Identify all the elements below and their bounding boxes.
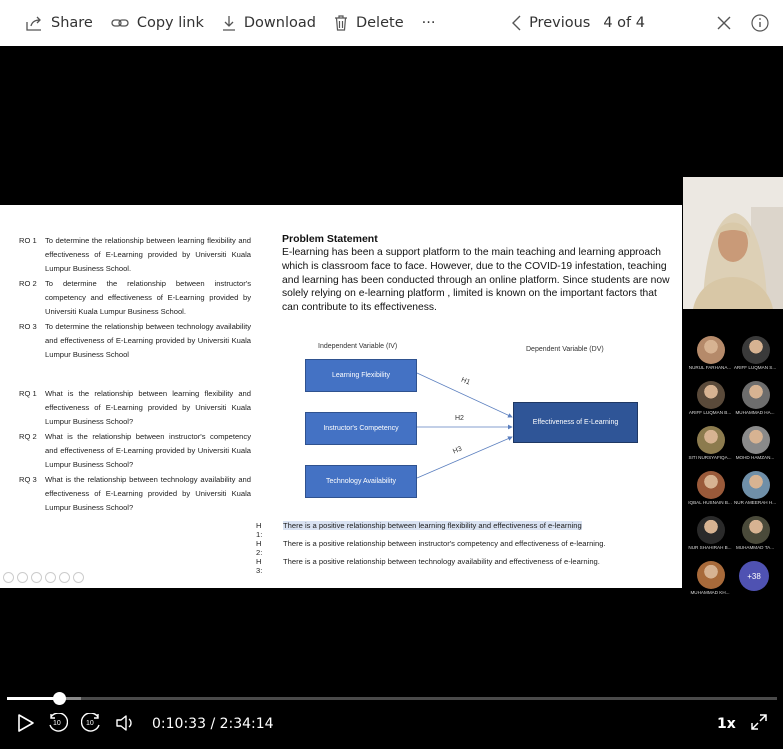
- skip-back-label: 10: [53, 720, 61, 727]
- chevron-left-icon: [512, 15, 521, 31]
- fullscreen-icon: [751, 714, 767, 730]
- h2-label: H2: [455, 415, 464, 422]
- participant-tile[interactable]: IQBAL HUSNAIN B...: [686, 471, 734, 519]
- presenter-figure: [683, 177, 783, 309]
- participant-tile[interactable]: NUR AMEERAH H...: [731, 471, 779, 519]
- play-icon: [18, 714, 34, 732]
- presenter-video: [683, 177, 783, 309]
- close-button[interactable]: [705, 0, 743, 46]
- trash-icon: [334, 15, 347, 31]
- slide-more-icon[interactable]: [73, 572, 84, 583]
- playback-speed-button[interactable]: 1x: [717, 716, 736, 732]
- avatar: [697, 336, 725, 364]
- download-label: Download: [243, 15, 316, 31]
- info-icon: [751, 14, 769, 32]
- participant-tile[interactable]: SITI NURSYAFIQA...: [686, 426, 734, 474]
- participant-name: MUHAMMAD HA...: [735, 410, 775, 415]
- slide-zoom-icon[interactable]: [59, 572, 70, 583]
- shared-slide: RO 1 To determine the relationship betwee…: [0, 205, 682, 588]
- avatar: [697, 471, 725, 499]
- skip-forward-label: 10: [86, 720, 94, 727]
- iv-box-technology-availability: Technology Availability: [305, 465, 417, 498]
- volume-button[interactable]: [115, 713, 135, 738]
- participant-name: NURUL FARHANA...: [688, 365, 732, 370]
- avatar: [697, 381, 725, 409]
- delete-label: Delete: [355, 15, 404, 31]
- avatar: [742, 516, 770, 544]
- iv-box-learning-flexibility: Learning Flexibility: [305, 359, 417, 392]
- viewer-toolbar: Share Copy link Download Delete ··· Prev…: [0, 0, 783, 46]
- copy-link-button[interactable]: Copy link: [102, 0, 213, 46]
- skip-forward-button[interactable]: 10: [80, 712, 101, 740]
- participant-name: IQBAL HUSNAIN B...: [688, 500, 732, 505]
- participant-tile[interactable]: ARIFF LUQMAN B...: [686, 381, 734, 429]
- previous-label: Previous: [529, 15, 591, 31]
- avatar: [742, 336, 770, 364]
- avatar: [742, 381, 770, 409]
- participant-name: SITI NURSYAFIQA...: [688, 455, 732, 460]
- share-button[interactable]: Share: [17, 0, 102, 46]
- more-options-button[interactable]: ···: [413, 0, 445, 46]
- participant-name: ARIFF LUQMAN S...: [733, 365, 777, 370]
- share-icon: [26, 16, 41, 31]
- participant-name: MUHAMMAD TA...: [735, 545, 775, 550]
- download-icon: [222, 16, 235, 31]
- participant-tile[interactable]: MOHD HAMZAN...: [731, 426, 779, 474]
- participant-name: NUR AMEERAH H...: [733, 500, 777, 505]
- slide-next-icon[interactable]: [17, 572, 28, 583]
- delete-button[interactable]: Delete: [325, 0, 413, 46]
- more-label: ···: [421, 15, 436, 31]
- participant-name: ARIFF LUQMAN B...: [688, 410, 732, 415]
- more-participants-badge[interactable]: +38: [739, 561, 769, 591]
- participant-name: MOHD HAMZAN...: [735, 455, 775, 460]
- avatar: [742, 471, 770, 499]
- skip-back-button[interactable]: 10: [48, 712, 69, 740]
- slide-prev-icon[interactable]: [3, 572, 14, 583]
- h3-arrow: [416, 436, 513, 479]
- participant-tile[interactable]: MUHAMMAD KH...: [686, 561, 734, 609]
- participant-tile[interactable]: MUHAMMAD TA...: [731, 516, 779, 564]
- counter-label: 4 of 4: [603, 15, 645, 31]
- current-time: 0:10:33: [152, 716, 206, 732]
- progress-thumb[interactable]: [53, 692, 66, 705]
- participant-tile[interactable]: NURUL FARHANA...: [686, 336, 734, 384]
- avatar: [742, 426, 770, 454]
- play-button[interactable]: [17, 713, 35, 738]
- slide-pen-icon[interactable]: [31, 572, 42, 583]
- progress-fill: [7, 697, 59, 700]
- volume-icon: [116, 715, 132, 731]
- close-icon: [717, 16, 731, 30]
- item-counter: 4 of 4: [594, 0, 705, 46]
- time-separator: /: [210, 716, 216, 732]
- avatar: [697, 561, 725, 589]
- previous-button[interactable]: Previous: [503, 0, 594, 46]
- link-icon: [111, 19, 129, 27]
- fullscreen-button[interactable]: [750, 713, 768, 736]
- iv-box-instructor-competency: Instructor's Competency: [305, 412, 417, 445]
- slide-navigation-controls: [3, 572, 84, 583]
- participant-tile[interactable]: ARIFF LUQMAN S...: [731, 336, 779, 384]
- participant-tile[interactable]: MUHAMMAD HA...: [731, 381, 779, 429]
- progress-track[interactable]: [7, 697, 777, 700]
- participant-tile[interactable]: NUR SHAHIRAH B...: [686, 516, 734, 564]
- download-button[interactable]: Download: [213, 0, 325, 46]
- avatar: [697, 426, 725, 454]
- time-display: 0:10:33 / 2:34:14: [152, 716, 274, 732]
- participant-name: NUR SHAHIRAH B...: [688, 545, 732, 550]
- slide-grid-icon[interactable]: [45, 572, 56, 583]
- duration: 2:34:14: [219, 716, 274, 732]
- info-button[interactable]: [743, 0, 783, 46]
- framework-arrows: [416, 372, 513, 479]
- participant-name: MUHAMMAD KH...: [690, 590, 730, 595]
- share-label: Share: [51, 15, 93, 31]
- avatar: [697, 516, 725, 544]
- dv-box-effectiveness: Effectiveness of E-Learning: [513, 402, 638, 443]
- copy-link-label: Copy link: [136, 15, 204, 31]
